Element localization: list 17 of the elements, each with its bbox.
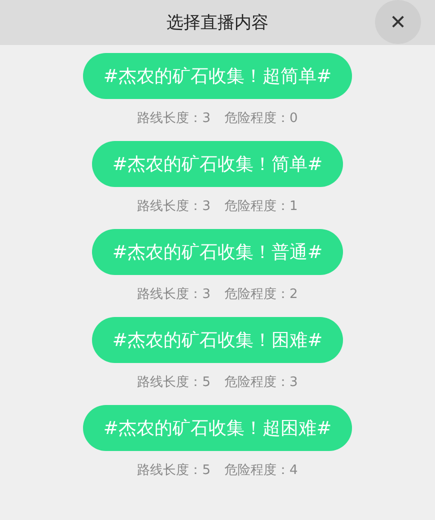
- danger-level-text: 危险程度：0: [224, 110, 298, 127]
- close-button[interactable]: ✕: [375, 0, 421, 44]
- route-length-text: 路线长度：3: [137, 110, 210, 127]
- danger-level-text: 危险程度：3: [224, 374, 298, 391]
- stream-option-button[interactable]: #杰农的矿石收集！超简单#: [83, 53, 352, 99]
- danger-level-text: 危险程度：4: [224, 462, 298, 479]
- danger-level-text: 危险程度：2: [224, 286, 298, 303]
- stream-option-button[interactable]: #杰农的矿石收集！普通#: [92, 229, 343, 275]
- route-length-text: 路线长度：3: [137, 198, 210, 215]
- stream-option-button[interactable]: #杰农的矿石收集！困难#: [92, 317, 343, 363]
- danger-level-text: 危险程度：1: [224, 198, 298, 215]
- route-length-text: 路线长度：5: [137, 374, 210, 391]
- route-length-text: 路线长度：3: [137, 286, 210, 303]
- stream-option-button[interactable]: #杰农的矿石收集！超困难#: [83, 405, 352, 451]
- stream-option-button[interactable]: #杰农的矿石收集！简单#: [92, 141, 343, 187]
- route-length-text: 路线长度：5: [137, 462, 210, 479]
- window-title: 选择直播内容: [166, 12, 268, 34]
